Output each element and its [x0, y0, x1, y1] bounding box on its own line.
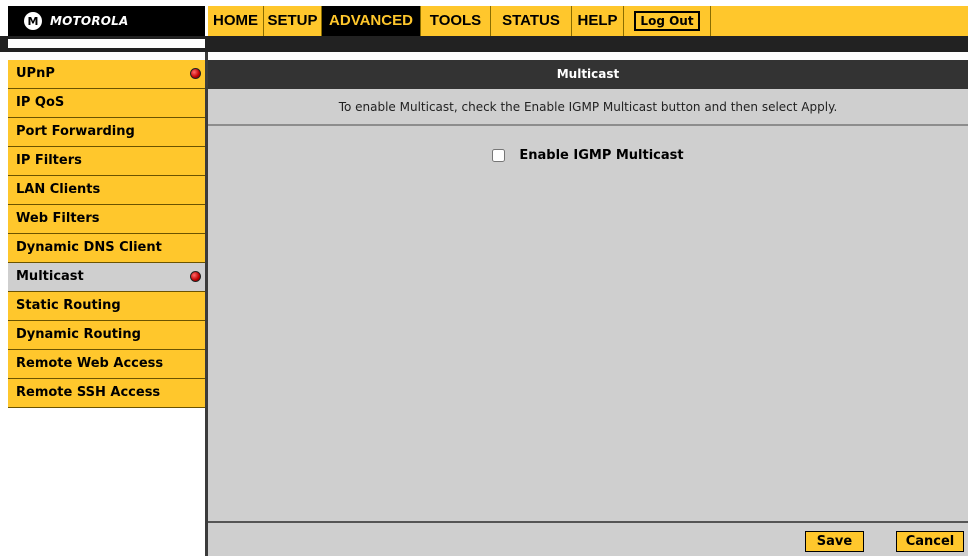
sidebar-menu: UPnP IP QoS Port Forwarding IP Filters L…: [8, 60, 205, 408]
router-admin-page: M MOTOROLA HOME SETUP ADVANCED TOOLS STA…: [0, 0, 968, 556]
status-dot-icon: [190, 271, 201, 282]
sidebar-item-ip-qos[interactable]: IP QoS: [8, 89, 205, 118]
content-header-spacer: [208, 52, 968, 60]
main-panel: Multicast To enable Multicast, check the…: [208, 60, 968, 556]
sidebar-item-remote-web-access[interactable]: Remote Web Access: [8, 350, 205, 379]
instructions-text: To enable Multicast, check the Enable IG…: [208, 89, 968, 126]
sidebar-header-spacer: [8, 39, 205, 48]
sidebar-item-label: Dynamic DNS Client: [16, 240, 162, 255]
sidebar-item-label: Remote Web Access: [16, 356, 164, 371]
top-navigation: HOME SETUP ADVANCED TOOLS STATUS HELP Lo…: [208, 6, 968, 36]
motorola-logo-icon: M: [24, 12, 42, 30]
sidebar-item-label: LAN Clients: [16, 182, 101, 197]
footer-divider: [208, 521, 968, 523]
save-button[interactable]: Save: [805, 531, 864, 552]
sidebar-item-label: Web Filters: [16, 211, 100, 226]
sidebar-item-lan-clients[interactable]: LAN Clients: [8, 176, 205, 205]
sidebar-item-label: Multicast: [16, 269, 84, 284]
sidebar-item-label: Remote SSH Access: [16, 385, 161, 400]
sidebar-item-label: Static Routing: [16, 298, 121, 313]
page-title: Multicast: [208, 60, 968, 89]
sidebar-item-dynamic-dns-client[interactable]: Dynamic DNS Client: [8, 234, 205, 263]
tab-status[interactable]: STATUS: [491, 6, 572, 36]
igmp-option-row: Enable IGMP Multicast: [208, 148, 968, 163]
tab-help[interactable]: HELP: [572, 6, 624, 36]
sidebar-item-dynamic-routing[interactable]: Dynamic Routing: [8, 321, 205, 350]
sidebar-item-web-filters[interactable]: Web Filters: [8, 205, 205, 234]
sidebar-item-label: Port Forwarding: [16, 124, 135, 139]
sidebar-item-remote-ssh-access[interactable]: Remote SSH Access: [8, 379, 205, 408]
sidebar-item-upnp[interactable]: UPnP: [8, 60, 205, 89]
logout-container: Log Out: [624, 6, 711, 36]
enable-igmp-multicast-label: Enable IGMP Multicast: [519, 148, 684, 163]
sidebar-item-label: Dynamic Routing: [16, 327, 141, 342]
tab-setup[interactable]: SETUP: [264, 6, 322, 36]
tab-home[interactable]: HOME: [208, 6, 264, 36]
sidebar-item-multicast[interactable]: Multicast: [8, 263, 205, 292]
motorola-logo: M MOTOROLA: [8, 6, 205, 36]
logout-button[interactable]: Log Out: [634, 11, 700, 31]
sidebar-item-label: UPnP: [16, 66, 55, 81]
sidebar-item-label: IP QoS: [16, 95, 65, 110]
header-divider-bar: [0, 36, 968, 52]
sidebar-item-ip-filters[interactable]: IP Filters: [8, 147, 205, 176]
tab-advanced[interactable]: ADVANCED: [322, 6, 421, 36]
sidebar-item-label: IP Filters: [16, 153, 82, 168]
motorola-logo-text: MOTOROLA: [50, 14, 129, 28]
cancel-button[interactable]: Cancel: [896, 531, 964, 552]
tab-tools[interactable]: TOOLS: [421, 6, 491, 36]
enable-igmp-multicast-checkbox[interactable]: [492, 149, 506, 162]
sidebar-item-static-routing[interactable]: Static Routing: [8, 292, 205, 321]
status-dot-icon: [190, 68, 201, 79]
sidebar-item-port-forwarding[interactable]: Port Forwarding: [8, 118, 205, 147]
